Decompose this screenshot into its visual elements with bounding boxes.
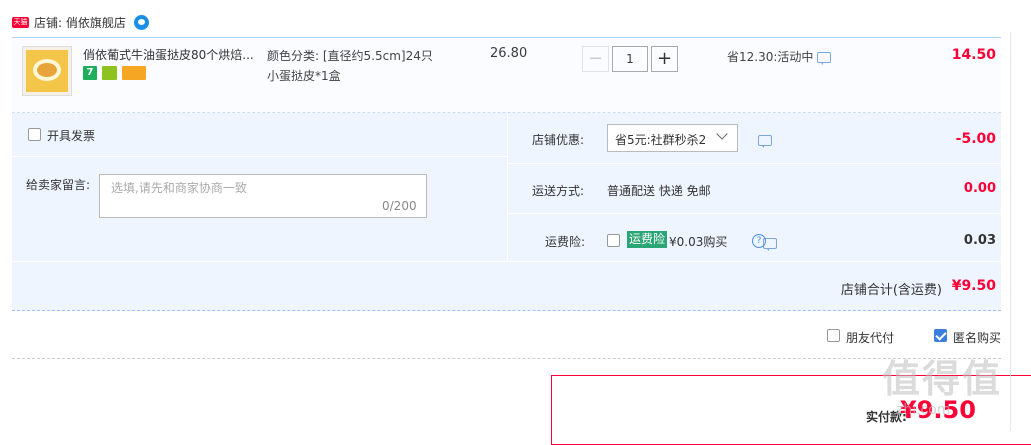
quantity-input[interactable]: 1 — [612, 46, 648, 72]
tmall-logo: 天猫 — [12, 16, 29, 28]
shop-name[interactable]: 店铺: 俏依旗舰店 — [34, 14, 126, 31]
message-char-count: 0/200 — [382, 199, 417, 213]
quantity-increase-button[interactable]: + — [651, 46, 678, 72]
card-payment-badge-icon — [122, 66, 146, 80]
insurance-checkbox[interactable] — [607, 234, 620, 247]
insurance-price: ¥0.03购买 — [669, 235, 728, 249]
friend-pay-label[interactable]: 朋友代付 — [846, 329, 894, 346]
shop-discount-label: 店铺优惠: — [532, 133, 585, 147]
wangwang-chat-icon[interactable] — [133, 14, 149, 30]
promo-text: 省12.30:活动中 — [727, 50, 814, 64]
insurance-label: 运费险: — [545, 235, 586, 249]
sku-info: 颜色分类: [直径约5.5cm]24只 小蛋挞皮*1盒 — [267, 46, 467, 86]
anonymous-label[interactable]: 匿名购买 — [953, 329, 1001, 346]
shop-discount-selected[interactable]: 省5元:社群秒杀2 — [615, 131, 706, 148]
shop-discount-amount: -5.00 — [955, 131, 996, 147]
quantity-decrease-button[interactable]: − — [582, 46, 609, 72]
message-placeholder: 选填,请先和商家协商一致 — [111, 181, 247, 195]
seven-day-return-badge-icon: 7 — [83, 66, 97, 80]
options-divider — [507, 113, 508, 261]
insurance-amount: 0.03 — [963, 233, 996, 248]
unit-price: 26.80 — [490, 46, 528, 61]
invoice-label[interactable]: 开具发票 — [47, 127, 95, 144]
shop-header: 天猫 店铺: 俏依旗舰店 — [12, 12, 149, 32]
item-subtotal: 14.50 — [951, 47, 996, 63]
promo-info: 省12.30:活动中 — [727, 48, 832, 65]
scrollbar-track[interactable] — [1010, 32, 1011, 431]
sku-line: 小蛋挞皮*1盒 — [267, 69, 341, 83]
shipping-label: 运送方式: — [532, 184, 585, 198]
shop-total-label: 店铺合计(含运费) — [840, 283, 942, 298]
watermark-logo: 值得值 — [882, 357, 1003, 401]
product-thumbnail[interactable] — [22, 46, 72, 96]
product-title[interactable]: 俏依葡式牛油蛋挞皮80个烘焙... — [83, 46, 258, 63]
insurance-tag: 运费险 — [627, 231, 668, 248]
anonymous-checkbox[interactable] — [934, 329, 947, 342]
shop-total-amount: ¥9.50 — [951, 278, 996, 294]
shipping-amount: 0.00 — [963, 181, 996, 196]
watermark-url: zhi.com — [896, 402, 951, 418]
invoice-checkbox[interactable] — [28, 128, 41, 141]
friend-pay-checkbox[interactable] — [827, 329, 840, 342]
sku-line: 颜色分类: [直径约5.5cm]24只 — [267, 49, 433, 63]
message-label: 给卖家留言: — [26, 178, 91, 192]
promo-comment-icon[interactable] — [817, 52, 832, 65]
section-divider — [12, 358, 1001, 359]
help-icon[interactable]: ? — [752, 234, 766, 248]
shipping-method: 普通配送 快递 免邮 — [607, 184, 711, 198]
discount-comment-icon[interactable] — [758, 135, 772, 148]
credit-badge-icon — [102, 66, 117, 80]
